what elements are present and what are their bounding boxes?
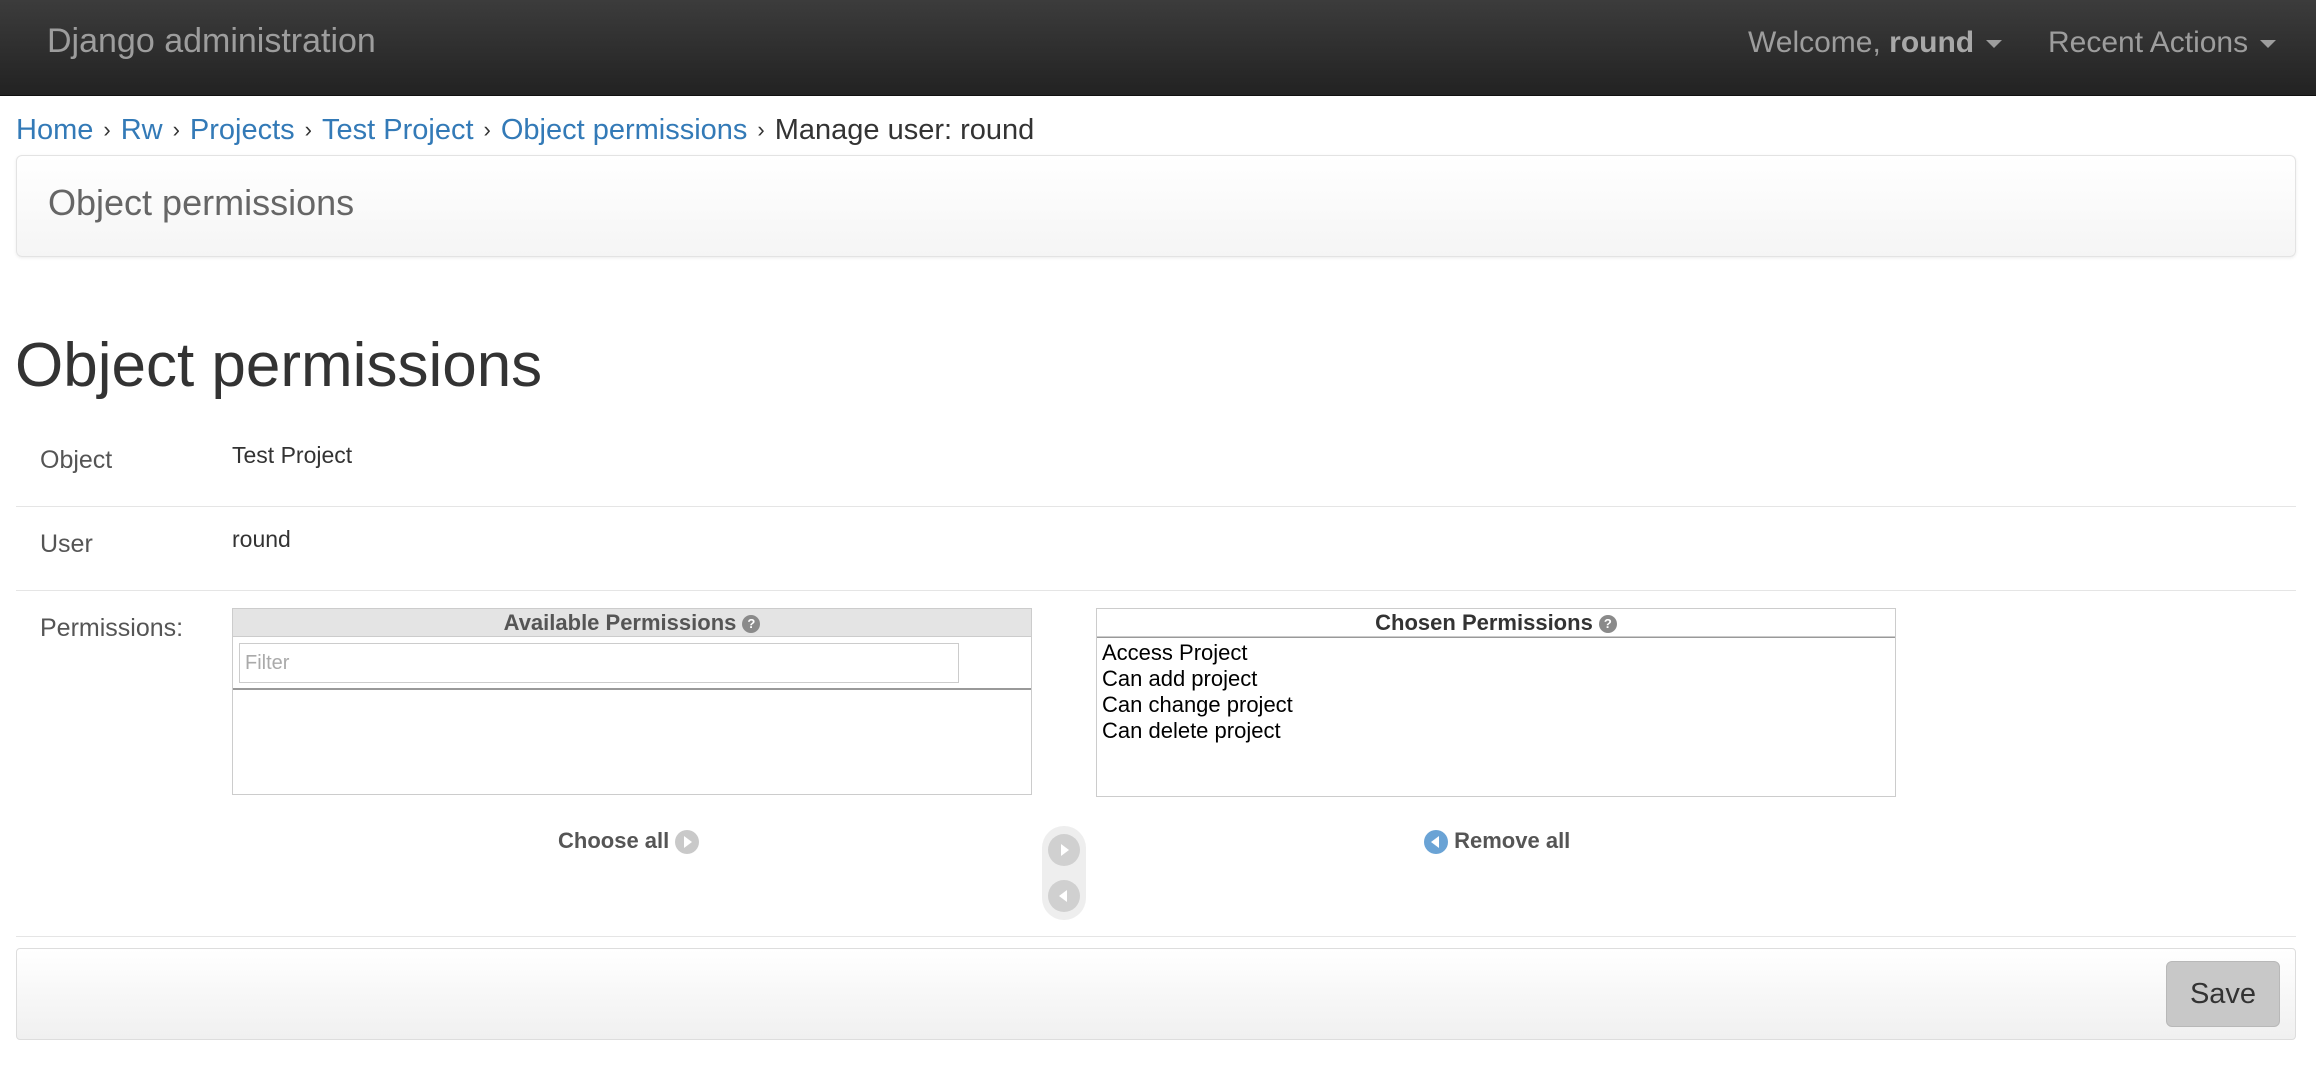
breadcrumb-separator: › — [757, 117, 765, 142]
breadcrumb-object-permissions[interactable]: Object permissions — [501, 114, 748, 146]
choose-all-label: Choose all — [558, 828, 670, 853]
page-title: Object permissions — [15, 331, 543, 400]
available-permissions-box: Available Permissions? — [232, 608, 1032, 795]
row-divider — [16, 590, 2296, 591]
page-header-panel: Object permissions — [16, 155, 2296, 257]
recent-actions-menu[interactable]: Recent Actions — [2048, 26, 2277, 60]
selector-chooser — [1042, 826, 1086, 920]
top-navbar: Django administration Welcome, round Rec… — [0, 0, 2316, 96]
caret-down-icon — [1986, 40, 2003, 49]
available-permissions-title: Available Permissions? — [233, 609, 1031, 637]
site-brand[interactable]: Django administration — [47, 22, 376, 61]
list-item[interactable]: Can delete project — [1097, 718, 1895, 744]
chosen-permissions-title-text: Chosen Permissions — [1375, 610, 1593, 635]
user-label: User — [40, 530, 93, 558]
permissions-label: Permissions: — [40, 614, 184, 642]
chosen-permissions-title: Chosen Permissions? — [1097, 609, 1895, 637]
user-menu-toggle[interactable]: Welcome, round — [1748, 26, 2003, 60]
username: round — [1889, 26, 1975, 59]
row-divider — [16, 936, 2296, 937]
available-permissions-list[interactable] — [233, 689, 1031, 793]
remove-all-label: Remove all — [1454, 828, 1571, 853]
breadcrumb-object[interactable]: Test Project — [322, 114, 474, 146]
save-button[interactable]: Save — [2166, 961, 2280, 1027]
breadcrumb-separator: › — [172, 117, 180, 142]
chosen-permissions-list[interactable]: Access Project Can add project Can chang… — [1097, 637, 1895, 796]
list-item[interactable]: Can change project — [1097, 692, 1895, 718]
add-selected-button[interactable] — [1048, 834, 1080, 866]
breadcrumb: Home › Rw › Projects › Test Project › Object per… — [16, 114, 1034, 147]
object-label: Object — [40, 446, 113, 474]
submit-row: Save — [16, 948, 2296, 1040]
arrow-right-circle-icon — [675, 830, 700, 855]
help-icon[interactable]: ? — [1598, 615, 1617, 634]
arrow-left-circle-icon — [1424, 830, 1448, 855]
caret-down-icon — [2260, 40, 2277, 49]
filter-input[interactable] — [239, 643, 959, 683]
filter-container — [233, 637, 1031, 689]
panel-title: Object permissions — [48, 182, 355, 223]
recent-actions-label: Recent Actions — [2048, 26, 2249, 59]
remove-all-link[interactable]: Remove all — [1424, 828, 1571, 855]
available-permissions-title-text: Available Permissions — [503, 610, 737, 635]
breadcrumb-home[interactable]: Home — [16, 114, 93, 146]
breadcrumb-current: Manage user: round — [774, 114, 1035, 146]
help-icon[interactable]: ? — [742, 615, 761, 634]
object-value: Test Project — [232, 442, 353, 468]
list-item[interactable]: Access Project — [1097, 640, 1895, 666]
breadcrumb-separator: › — [304, 117, 312, 142]
breadcrumb-separator: › — [103, 117, 111, 142]
remove-selected-button[interactable] — [1048, 880, 1080, 912]
breadcrumb-app[interactable]: Rw — [121, 114, 163, 146]
breadcrumb-separator: › — [483, 117, 491, 142]
user-value: round — [232, 526, 291, 552]
chosen-permissions-box: Chosen Permissions? Access Project Can a… — [1096, 608, 1896, 797]
list-item[interactable]: Can add project — [1097, 666, 1895, 692]
welcome-text: Welcome, — [1748, 26, 1890, 59]
row-divider — [16, 506, 2296, 507]
breadcrumb-model[interactable]: Projects — [190, 114, 295, 146]
choose-all-link[interactable]: Choose all — [558, 828, 700, 855]
